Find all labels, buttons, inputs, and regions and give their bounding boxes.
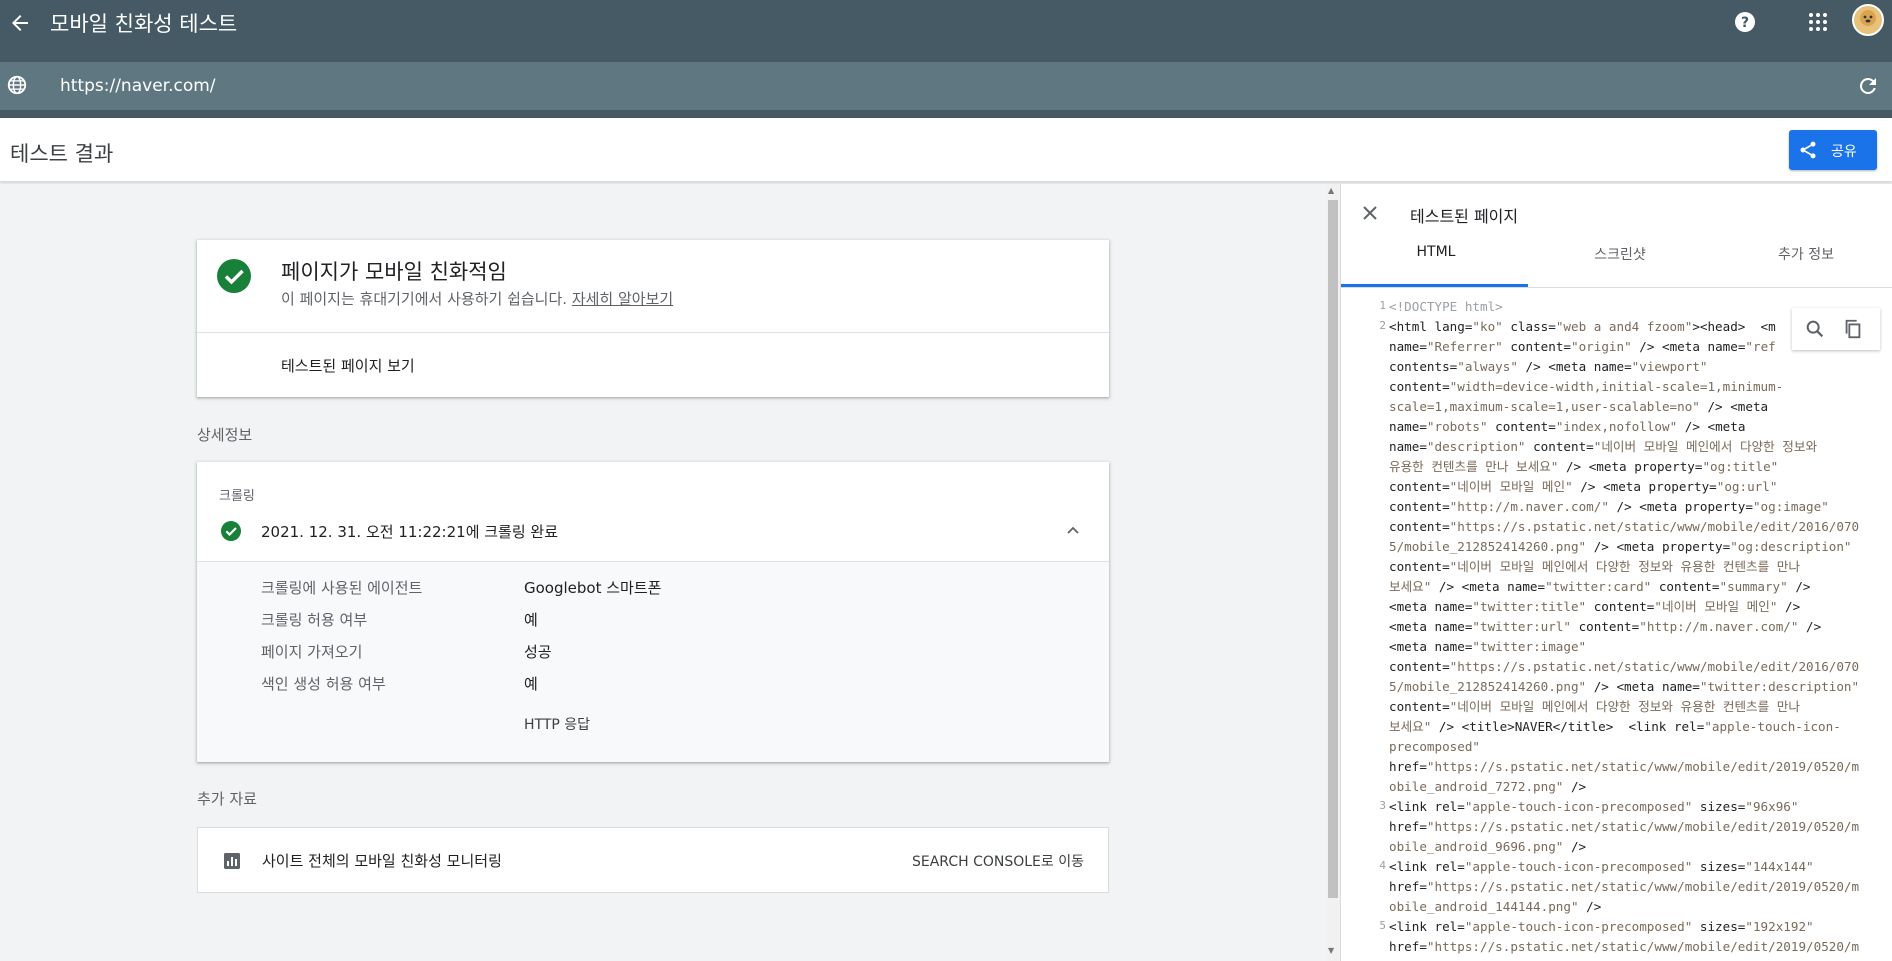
chevron-up-icon[interactable] (1065, 522, 1081, 538)
tab-screenshot[interactable]: 스크린샷 (1525, 244, 1715, 264)
divider (197, 332, 1109, 333)
detail-value: 성공 (524, 643, 552, 661)
line-number: 4 (1379, 859, 1386, 872)
http-response-link[interactable]: HTTP 응답 (524, 714, 590, 734)
detail-value: Googlebot 스마트폰 (524, 579, 662, 597)
crawl-status-row[interactable]: 2021. 12. 31. 오전 11:22:21에 크롤링 완료 (197, 506, 1109, 554)
detail-label: 페이지 가져오기 (261, 643, 363, 661)
scrollbar[interactable]: ▲ ▼ (1326, 184, 1340, 961)
chart-icon (224, 853, 240, 869)
summary-card: 페이지가 모바일 친화적임 이 페이지는 휴대기기에서 사용하기 쉽습니다. 자… (197, 240, 1109, 397)
svg-text:?: ? (1741, 15, 1749, 31)
app-header: 모바일 친화성 테스트 ? (0, 0, 1892, 62)
summary-title: 페이지가 모바일 친화적임 (281, 260, 507, 284)
summary-subtitle-text: 이 페이지는 휴대기기에서 사용하기 쉽습니다. (281, 290, 568, 308)
html-source-view[interactable]: <!DOCTYPE html> <html lang="ko" class="w… (1389, 297, 1881, 957)
check-circle-icon (217, 259, 251, 293)
resource-item[interactable]: 사이트 전체의 모바일 친화성 모니터링 SEARCH CONSOLE로 이동 (197, 827, 1109, 893)
help-icon[interactable]: ? (1733, 10, 1757, 34)
crawl-title: 크롤링 (219, 489, 255, 504)
url-input[interactable]: https://naver.com/ (60, 76, 216, 96)
url-bar: https://naver.com/ (0, 62, 1892, 110)
search-console-link[interactable]: SEARCH CONSOLE로 이동 (912, 851, 1084, 871)
scroll-thumb[interactable] (1328, 200, 1338, 898)
search-icon[interactable] (1804, 318, 1826, 340)
panel-title: 테스트된 페이지 (1410, 207, 1519, 226)
detail-value: 예 (524, 675, 538, 693)
crawl-card: 크롤링 2021. 12. 31. 오전 11:22:21에 크롤링 완료 크롤… (197, 462, 1109, 762)
globe-icon (7, 75, 27, 95)
copy-icon[interactable] (1842, 318, 1864, 340)
share-icon (1800, 141, 1816, 159)
crawl-status: 2021. 12. 31. 오전 11:22:21에 크롤링 완료 (261, 523, 559, 541)
tabs-divider (1341, 287, 1892, 288)
check-circle-icon (221, 521, 241, 541)
tab-more-info[interactable]: 추가 정보 (1711, 244, 1892, 264)
result-bar: 테스트 결과 공유 (0, 118, 1892, 182)
detail-label: 크롤링에 사용된 에이전트 (261, 579, 423, 597)
share-label: 공유 (1831, 144, 1857, 160)
scroll-up-arrow[interactable]: ▲ (1328, 186, 1334, 195)
details-heading: 상세정보 (197, 426, 253, 444)
avatar[interactable] (1852, 4, 1884, 36)
code-toolbar (1792, 308, 1880, 350)
page-title: 테스트 결과 (10, 142, 114, 166)
view-tested-page-link[interactable]: 테스트된 페이지 보기 (281, 355, 415, 376)
crawl-details: 크롤링에 사용된 에이전트 Googlebot 스마트폰 크롤링 허용 여부 예… (197, 561, 1109, 762)
apps-icon[interactable] (1808, 12, 1828, 32)
tab-html[interactable]: HTML (1341, 244, 1531, 260)
app-title: 모바일 친화성 테스트 (50, 12, 238, 36)
line-number: 3 (1379, 799, 1386, 812)
detail-label: 색인 생성 허용 여부 (261, 675, 386, 693)
scroll-down-arrow[interactable]: ▼ (1328, 946, 1334, 955)
detail-value: 예 (524, 611, 538, 629)
url-bar-strip (0, 110, 1892, 118)
resource-label: 사이트 전체의 모바일 친화성 모니터링 (262, 852, 502, 870)
line-number: 1 (1379, 299, 1386, 312)
learn-more-link[interactable]: 자세히 알아보기 (572, 290, 673, 308)
summary-subtitle: 이 페이지는 휴대기기에서 사용하기 쉽습니다. 자세히 알아보기 (281, 288, 673, 309)
detail-label: 크롤링 허용 여부 (261, 611, 368, 629)
refresh-icon[interactable] (1856, 74, 1880, 98)
share-button[interactable]: 공유 (1789, 130, 1877, 170)
back-arrow-icon[interactable] (8, 11, 32, 35)
line-number: 5 (1379, 919, 1386, 932)
close-icon[interactable] (1361, 204, 1379, 222)
line-number: 2 (1379, 319, 1386, 332)
resources-heading: 추가 자료 (197, 790, 257, 808)
